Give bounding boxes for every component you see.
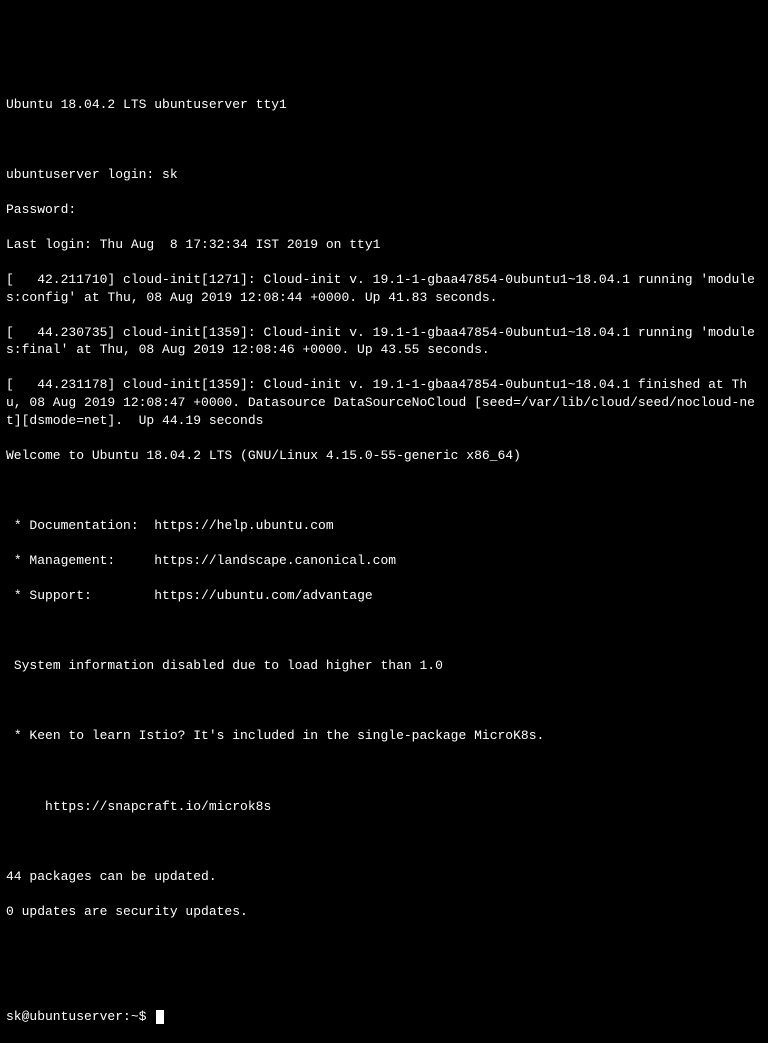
shell-prompt[interactable]: sk@ubuntuserver:~$ [6,1008,762,1026]
blank-line [6,938,762,956]
password-prompt: Password: [6,201,762,219]
terminal-output[interactable]: Ubuntu 18.04.2 LTS ubuntuserver tty1 ubu… [6,78,762,632]
last-login: Last login: Thu Aug 8 17:32:34 IST 2019 … [6,236,762,254]
blank-line [6,692,762,710]
documentation-link: * Documentation: https://help.ubuntu.com [6,517,762,535]
microk8s-url: https://snapcraft.io/microk8s [6,798,762,816]
prompt-text: sk@ubuntuserver:~$ [6,1009,154,1024]
blank-line [6,482,762,500]
cloud-init-line: [ 44.231178] cloud-init[1359]: Cloud-ini… [6,376,762,429]
login-prompt: ubuntuserver login: sk [6,166,762,184]
security-update: 0 updates are security updates. [6,903,762,921]
tty-header: Ubuntu 18.04.2 LTS ubuntuserver tty1 [6,96,762,114]
blank-line [6,131,762,149]
management-link: * Management: https://landscape.canonica… [6,552,762,570]
istio-message: * Keen to learn Istio? It's included in … [6,727,762,745]
packages-update: 44 packages can be updated. [6,868,762,886]
cursor-icon [156,1010,164,1024]
welcome-message: Welcome to Ubuntu 18.04.2 LTS (GNU/Linux… [6,447,762,465]
blank-line [6,622,762,640]
system-info: System information disabled due to load … [6,657,762,675]
blank-line [6,973,762,991]
blank-line [6,833,762,851]
blank-line [6,763,762,781]
support-link: * Support: https://ubuntu.com/advantage [6,587,762,605]
cloud-init-line: [ 44.230735] cloud-init[1359]: Cloud-ini… [6,324,762,359]
cloud-init-line: [ 42.211710] cloud-init[1271]: Cloud-ini… [6,271,762,306]
